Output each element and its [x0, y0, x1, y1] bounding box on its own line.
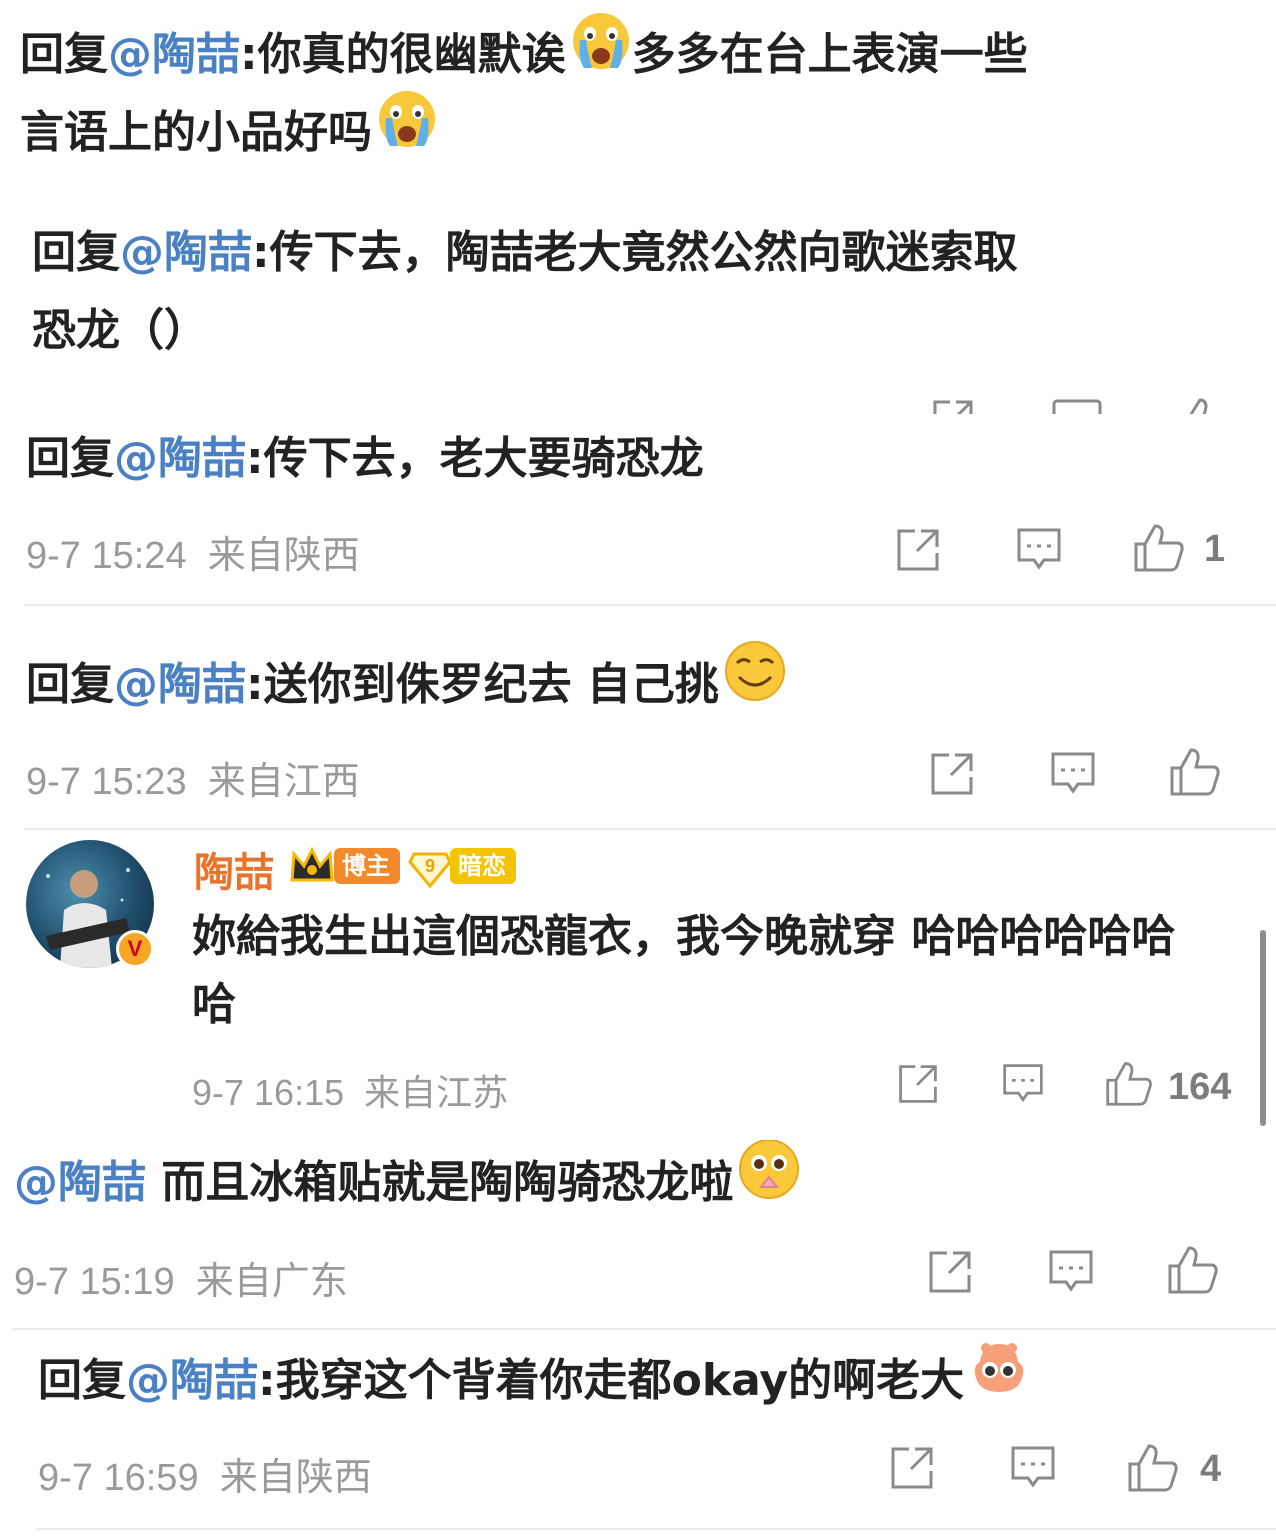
- comment-3: 回复@陶喆:传下去，老大要骑恐龙 9-7 15:24 来自陕西 1: [0, 414, 1276, 608]
- blogger-badge: 博主: [334, 848, 400, 884]
- reply-prefix: 回复: [20, 29, 108, 80]
- comment-time: 9-7 16:15: [192, 1072, 345, 1113]
- smirk-face-emoji: [723, 639, 787, 728]
- comment-location: 来自江西: [207, 761, 360, 803]
- like-icon[interactable]: [1168, 744, 1222, 798]
- mention-link[interactable]: @陶喆: [114, 433, 246, 484]
- comment-1: 回复@陶喆:你真的很幽默诶 多多在台上表演一些 言语上的小品好吗 ————————: [0, 0, 1276, 200]
- comment-location: 来自广东: [195, 1261, 348, 1303]
- comment-icon[interactable]: [1014, 526, 1064, 574]
- comment-body: :传下去，陶喆老大竟然公然向歌迷索取: [252, 227, 1018, 278]
- mention-link[interactable]: @陶喆: [114, 659, 246, 710]
- like-icon[interactable]: [1166, 1242, 1220, 1296]
- repost-icon[interactable]: [930, 398, 976, 414]
- reply-prefix: 回复: [38, 1355, 126, 1406]
- comment-text-line1: 妳給我生出這個恐龍衣，我今晚就穿 哈哈哈哈哈哈: [192, 898, 1175, 976]
- scrollbar[interactable]: [1260, 930, 1266, 1126]
- comment-text-line1: 回复@陶喆:你真的很幽默诶 多多在台上表演一些: [20, 12, 1028, 97]
- comment-6: @陶喆 而且冰箱贴就是陶陶骑恐龙啦 9-7 15:19 来自广东: [0, 1140, 1276, 1332]
- fan-level-icon: 9: [408, 844, 452, 888]
- comment-location: 来自陕西: [207, 535, 360, 577]
- comment-text-line1: 回复@陶喆:传下去，老大要骑恐龙: [26, 420, 704, 498]
- comment-time: 9-7 15:24: [26, 535, 187, 577]
- verified-badge: V: [116, 930, 154, 968]
- comment-body: :送你到侏罗纪去 自己挑: [246, 659, 719, 710]
- comment-meta: 9-7 16:59 来自陕西: [38, 1446, 372, 1501]
- repost-icon[interactable]: [926, 1248, 974, 1296]
- pleading-face-emoji: [737, 1140, 801, 1226]
- comment-body: 而且冰箱贴就是陶陶骑恐龙啦: [146, 1157, 734, 1208]
- reply-prefix: 回复: [32, 227, 120, 278]
- comment-text-line2: 言语上的小品好吗: [20, 90, 438, 175]
- like-count: 164: [1168, 1066, 1232, 1108]
- divider: [24, 604, 1276, 606]
- comment-body: 妳給我生出這個恐龍衣，我今晚就穿 哈哈哈哈哈哈: [192, 911, 1176, 962]
- like-icon[interactable]: [1176, 394, 1224, 414]
- mention-link[interactable]: @陶喆: [108, 29, 240, 80]
- repost-icon[interactable]: [928, 750, 976, 798]
- crying-face-emoji: [376, 88, 438, 175]
- mention-link[interactable]: @陶喆: [120, 227, 252, 278]
- crying-face-emoji: [570, 10, 632, 97]
- comment-7: 回复@陶喆:我穿这个背着你走都okay的啊老大 9-7 16:59 来自陕西 4: [0, 1332, 1276, 1538]
- repost-icon[interactable]: [888, 1444, 936, 1492]
- like-icon[interactable]: [1104, 1058, 1154, 1108]
- username[interactable]: 陶喆: [194, 840, 274, 898]
- comment-icon[interactable]: [1000, 1062, 1046, 1106]
- shy-face-emoji: [968, 1336, 1030, 1423]
- comment-4: 回复@陶喆:送你到侏罗纪去 自己挑 9-7 15:23 来自江西: [0, 608, 1276, 830]
- comment-body: 言语上的小品好吗: [20, 107, 372, 158]
- comment-meta: 9-7 15:24 来自陕西: [26, 524, 360, 579]
- mention-link[interactable]: @陶喆: [14, 1157, 146, 1208]
- comment-body: :传下去，老大要骑恐龙: [246, 433, 704, 484]
- comment-text-line2: 哈: [192, 966, 236, 1044]
- comment-text-line1: @陶喆 而且冰箱贴就是陶陶骑恐龙啦: [14, 1140, 801, 1226]
- comment-text-line1: 回复@陶喆:我穿这个背着你走都okay的啊老大: [38, 1342, 1030, 1423]
- comment-meta: 9-7 15:19 来自广东: [14, 1250, 348, 1305]
- comment-icon[interactable]: [1048, 750, 1098, 798]
- comment-text-line1: 回复@陶喆:传下去，陶喆老大竟然公然向歌迷索取: [32, 214, 1018, 292]
- mention-link[interactable]: @陶喆: [126, 1355, 258, 1406]
- comment-body: 恐龙（）: [32, 305, 208, 356]
- verified-letter: V: [127, 936, 143, 961]
- comment-time: 9-7 16:59: [38, 1457, 199, 1499]
- like-icon[interactable]: [1132, 520, 1186, 574]
- comment-location: 来自陕西: [219, 1457, 372, 1499]
- cutoff-meta: ————————: [20, 192, 324, 200]
- comment-icon[interactable]: [1046, 1248, 1096, 1296]
- like-count: 1: [1204, 528, 1226, 570]
- divider: [12, 1328, 1276, 1330]
- comment-text-line1: 回复@陶喆:送你到侏罗纪去 自己挑: [26, 640, 787, 728]
- divider: [36, 1528, 1276, 1530]
- reply-prefix: 回复: [26, 659, 114, 710]
- cutoff-meta: ————————: [32, 396, 336, 414]
- repost-icon[interactable]: [896, 1062, 940, 1106]
- comment-body: :我穿这个背着你走都okay的啊老大: [258, 1355, 965, 1406]
- comment-body-cont: 多多在台上表演一些: [631, 29, 1028, 80]
- comment-time: 9-7 15:19: [14, 1261, 175, 1303]
- like-count: 4: [1200, 1448, 1222, 1490]
- svg-text:9: 9: [425, 856, 435, 876]
- comment-body: 哈: [192, 979, 236, 1030]
- comment-time: 9-7 15:23: [26, 761, 187, 803]
- comment-5-blogger: V 陶喆 博主 9 暗恋 妳給我生出這個恐龍衣，我今晚就穿 哈哈哈哈哈哈 哈 9…: [0, 830, 1276, 1140]
- repost-icon[interactable]: [894, 526, 942, 574]
- comment-body: :你真的很幽默诶: [240, 29, 566, 80]
- comment-icon[interactable]: [1052, 398, 1102, 414]
- comment-icon[interactable]: [1008, 1444, 1058, 1492]
- comment-meta: 9-7 16:15 来自江苏: [192, 1064, 508, 1116]
- comment-meta: 9-7 15:23 来自江西: [26, 750, 360, 805]
- reply-prefix: 回复: [26, 433, 114, 484]
- like-icon[interactable]: [1126, 1440, 1180, 1494]
- comment-location: 来自江苏: [364, 1072, 509, 1113]
- comment-2: 回复@陶喆:传下去，陶喆老大竟然公然向歌迷索取 恐龙（） ————————: [0, 200, 1276, 414]
- comment-text-line2: 恐龙（）: [32, 292, 208, 370]
- fan-badge: 暗恋: [450, 848, 516, 884]
- crown-icon: [288, 846, 336, 886]
